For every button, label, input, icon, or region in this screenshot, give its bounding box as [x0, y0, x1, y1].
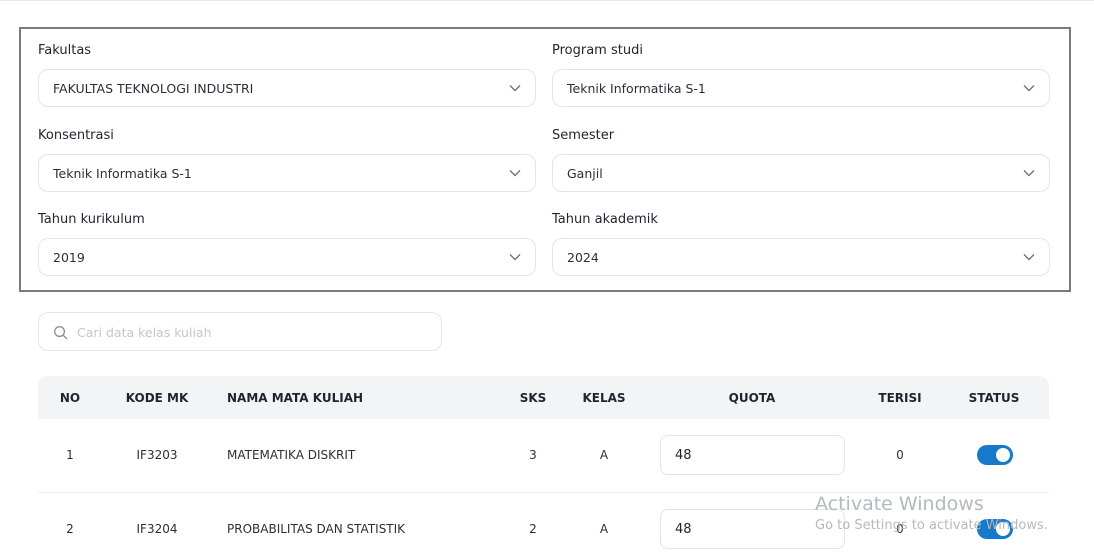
fakultas-select[interactable]: FAKULTAS TEKNOLOGI INDUSTRI — [38, 69, 536, 107]
cell-sks: 3 — [529, 448, 537, 462]
konsentrasi-select[interactable]: Teknik Informatika S-1 — [38, 154, 536, 192]
cell-no: 1 — [66, 448, 74, 462]
program-studi-select[interactable]: Teknik Informatika S-1 — [552, 69, 1050, 107]
tahun-akademik-select[interactable]: 2024 — [552, 238, 1050, 276]
cell-kode-mk: IF3203 — [136, 448, 178, 462]
quota-input[interactable]: 48 — [660, 509, 845, 549]
cell-sks: 2 — [529, 522, 537, 536]
quota-value: 48 — [675, 448, 692, 463]
header-quota: QUOTA — [728, 391, 776, 405]
tahun-akademik-label: Tahun akademik — [552, 212, 658, 227]
tahun-akademik-value: 2024 — [567, 250, 599, 265]
quota-value: 48 — [675, 522, 692, 537]
header-sks: SKS — [519, 391, 547, 405]
cell-kelas: A — [599, 522, 609, 536]
chevron-down-icon — [509, 170, 521, 177]
semester-label: Semester — [552, 128, 615, 143]
cell-no: 2 — [66, 522, 74, 536]
chevron-down-icon — [1023, 254, 1035, 261]
semester-value: Ganjil — [567, 166, 603, 181]
table-header: NO KODE MK NAMA MATA KULIAH SKS KELAS QU… — [38, 376, 1049, 419]
program-studi-label: Program studi — [552, 43, 643, 58]
konsentrasi-label: Konsentrasi — [38, 128, 114, 143]
quota-input[interactable]: 48 — [660, 435, 845, 475]
fakultas-label: Fakultas — [38, 43, 92, 58]
table-row: 2 IF3204 PROBABILITAS DAN STATISTIK 2 A … — [38, 493, 1049, 556]
chevron-down-icon — [1023, 85, 1035, 92]
tahun-kurikulum-select[interactable]: 2019 — [38, 238, 536, 276]
header-nama: NAMA MATA KULIAH — [227, 391, 364, 405]
search-input[interactable] — [77, 321, 427, 343]
tahun-kurikulum-label: Tahun kurikulum — [38, 212, 145, 227]
semester-select[interactable]: Ganjil — [552, 154, 1050, 192]
header-no: NO — [59, 391, 81, 405]
cell-kelas: A — [599, 448, 609, 462]
toggle-knob — [996, 448, 1010, 462]
cell-nama: PROBABILITAS DAN STATISTIK — [227, 522, 406, 536]
header-status: STATUS — [968, 391, 1020, 405]
toggle-knob — [996, 522, 1010, 536]
konsentrasi-value: Teknik Informatika S-1 — [53, 166, 192, 181]
table-row: 1 IF3203 MATEMATIKA DISKRIT 3 A 48 0 — [38, 419, 1049, 493]
kelas-table: NO KODE MK NAMA MATA KULIAH SKS KELAS QU… — [38, 376, 1049, 556]
search-icon — [54, 326, 68, 340]
chevron-down-icon — [509, 254, 521, 261]
cell-nama: MATEMATIKA DISKRIT — [227, 448, 356, 462]
cell-terisi: 0 — [896, 522, 904, 536]
status-toggle[interactable] — [977, 445, 1013, 465]
header-terisi: TERISI — [878, 391, 922, 405]
chevron-down-icon — [509, 85, 521, 92]
tahun-kurikulum-value: 2019 — [53, 250, 85, 265]
fakultas-value: FAKULTAS TEKNOLOGI INDUSTRI — [53, 81, 254, 96]
top-divider — [0, 0, 1094, 1]
chevron-down-icon — [1023, 170, 1035, 177]
filter-panel: Fakultas FAKULTAS TEKNOLOGI INDUSTRI Pro… — [19, 27, 1071, 292]
search-box — [38, 312, 442, 351]
header-kelas: KELAS — [582, 391, 626, 405]
cell-terisi: 0 — [896, 448, 904, 462]
status-toggle[interactable] — [977, 519, 1013, 539]
program-studi-value: Teknik Informatika S-1 — [567, 81, 706, 96]
header-kode-mk: KODE MK — [125, 391, 189, 405]
cell-kode-mk: IF3204 — [136, 522, 178, 536]
